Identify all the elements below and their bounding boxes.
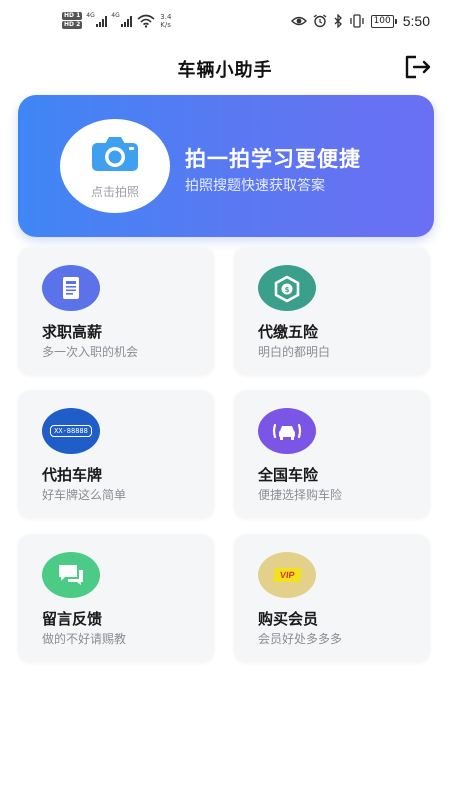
hd2-badge: HD 2	[62, 21, 83, 29]
logout-icon[interactable]	[404, 54, 432, 80]
card-subtitle: 做的不好请赐教	[42, 632, 127, 646]
card-subtitle: 会员好处多多多	[258, 632, 343, 646]
eye-icon	[290, 16, 307, 26]
status-right: 100 5:50	[290, 13, 430, 29]
card-title: 购买会员	[258, 610, 319, 628]
card-title: 全国车险	[258, 466, 319, 484]
card-subtitle: 多一次入职的机会	[42, 345, 139, 359]
card-membership[interactable]: VIP 购买会员 会员好处多多多	[234, 534, 430, 662]
card-subtitle: 明白的都明白	[258, 345, 331, 359]
vibrate-icon	[349, 14, 364, 28]
speed-value: 3.4	[160, 12, 172, 21]
alarm-icon	[313, 14, 326, 28]
network-2-label: 4G	[111, 11, 120, 19]
battery-icon: 100	[370, 14, 397, 28]
bluetooth-icon	[334, 14, 342, 28]
status-left: HD 1 HD 2 4G 4G 3.4 K/s	[62, 12, 171, 29]
camera-label: 点击拍照	[90, 185, 139, 199]
card-title: 代拍车牌	[42, 466, 103, 484]
app-header: 车辆小助手	[0, 48, 450, 88]
card-license-plate[interactable]: XX-88888 代拍车牌 好车牌这么简单	[18, 390, 214, 518]
card-social-insurance[interactable]: $ 代缴五险 明白的都明白	[234, 247, 430, 375]
license-plate-icon: XX-88888	[42, 408, 100, 454]
wifi-icon	[137, 14, 155, 28]
photo-search-banner[interactable]: 点击拍照 拍一拍学习更便捷 拍照搜题快速获取答案	[18, 95, 434, 237]
hd-indicators: HD 1 HD 2	[62, 12, 83, 29]
document-icon	[42, 265, 100, 311]
vip-icon: VIP	[258, 552, 316, 598]
camera-button[interactable]: 点击拍照	[60, 119, 170, 213]
card-title: 求职高薪	[42, 323, 103, 341]
signal-2-icon: 4G	[111, 11, 133, 27]
status-time: 5:50	[402, 13, 430, 29]
page-title: 车辆小助手	[177, 60, 273, 81]
banner-subtitle: 拍照搜题快速获取答案	[185, 178, 325, 194]
card-job[interactable]: 求职高薪 多一次入职的机会	[18, 247, 214, 375]
card-car-insurance[interactable]: 全国车险 便捷选择购车险	[234, 390, 430, 518]
status-bar: HD 1 HD 2 4G 4G 3.4 K/s 100 5:50	[0, 0, 450, 44]
vip-label: VIP	[272, 568, 301, 582]
plate-text: XX-88888	[50, 425, 92, 437]
chat-icon	[42, 552, 100, 598]
banner-title: 拍一拍学习更便捷	[185, 147, 361, 171]
insurance-hands-icon: $	[258, 265, 316, 311]
speed-unit: K/s	[160, 20, 171, 29]
card-title: 代缴五险	[258, 323, 319, 341]
svg-text:$: $	[285, 286, 290, 294]
card-subtitle: 好车牌这么简单	[42, 488, 127, 502]
signal-1-icon: 4G	[86, 11, 108, 27]
card-feedback[interactable]: 留言反馈 做的不好请赐教	[18, 534, 214, 662]
network-speed: 3.4 K/s	[160, 13, 171, 29]
card-title: 留言反馈	[42, 610, 103, 628]
hd1-badge: HD 1	[62, 12, 83, 20]
car-insurance-icon	[258, 408, 316, 454]
network-1-label: 4G	[86, 11, 95, 19]
card-subtitle: 便捷选择购车险	[258, 488, 343, 502]
camera-icon	[92, 137, 138, 171]
